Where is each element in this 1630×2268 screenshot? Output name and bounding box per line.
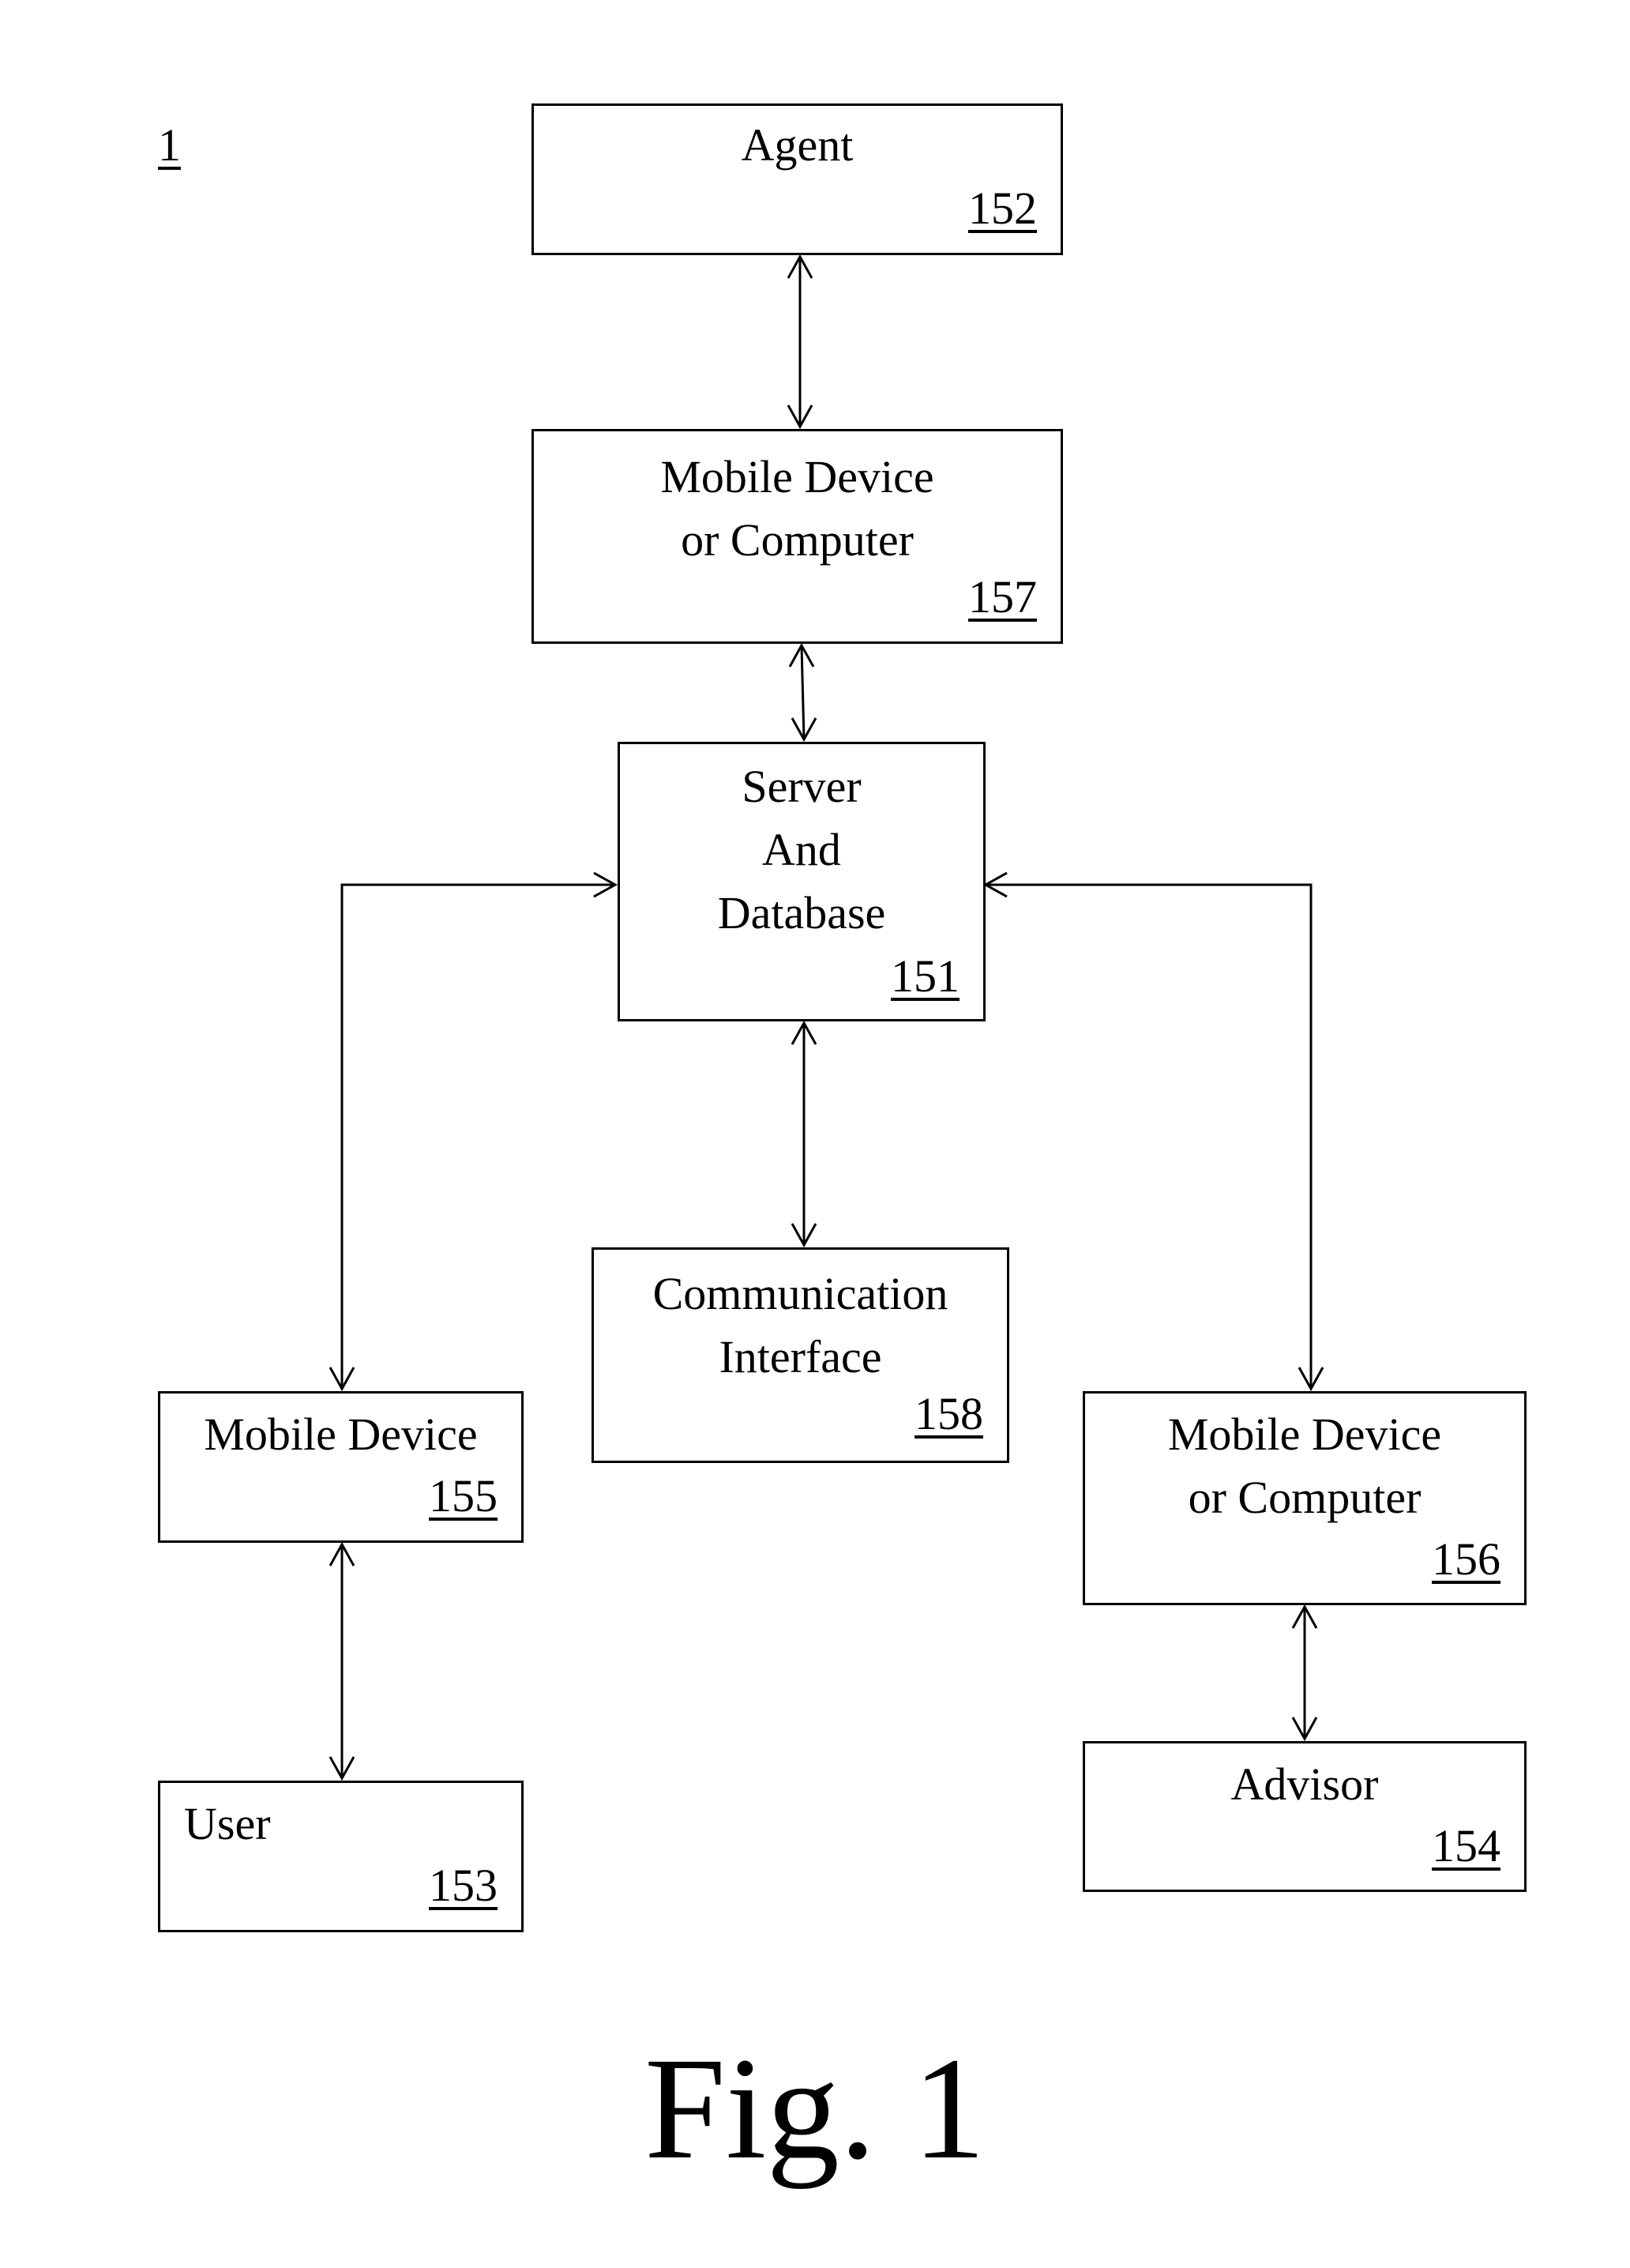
block-reference-numeral: 156 [1432,1533,1500,1585]
block-title: User [184,1798,271,1849]
arrowhead-up-icon [787,254,813,279]
arrowhead-down-icon [1298,1367,1324,1392]
arrowhead-down-icon [329,1756,355,1781]
arrowhead-left-icon [982,871,1008,898]
block-title: Agent [741,119,854,171]
block-title: Communication Interface [652,1268,948,1382]
arrowhead-up-icon [1291,1604,1318,1629]
block-user-device: Mobile Device 155 [158,1391,524,1543]
arrowhead-right-icon [593,871,618,898]
connector-advisor-device-advisor [1291,1604,1318,1742]
block-communication-interface: Communication Interface 158 [592,1247,1009,1463]
connector-agent-device-server [788,642,817,743]
block-reference-numeral: 157 [968,571,1037,622]
connector-server-communication-interface [791,1020,817,1248]
figure-caption: Fig. 1 [644,2028,986,2190]
block-user: User 153 [158,1781,524,1932]
block-reference-numeral: 154 [1432,1820,1500,1871]
block-title: Mobile Device or Computer [1167,1409,1442,1523]
block-title: Server And Database [717,761,886,938]
block-reference-numeral: 158 [915,1388,983,1439]
block-reference-numeral: 155 [429,1470,498,1521]
arrowhead-up-icon [329,1541,355,1567]
connector-server-advisor-device [982,871,1324,1392]
block-agent-device: Mobile Device or Computer 157 [531,429,1063,644]
arrowhead-down-icon [791,1223,817,1248]
block-reference-numeral: 152 [968,182,1037,234]
connector-user-device-user [329,1541,355,1781]
block-title: Mobile Device [204,1409,478,1460]
block-agent: Agent 152 [531,103,1063,255]
arrowhead-down-icon [791,717,817,743]
connector-agent-agent-device [787,254,813,430]
block-title: Mobile Device or Computer [660,451,934,566]
block-advisor: Advisor 154 [1083,1741,1527,1892]
arrowhead-down-icon [787,404,813,430]
arrowhead-down-icon [1291,1717,1318,1742]
block-reference-numeral: 153 [429,1860,498,1911]
block-reference-numeral: 151 [891,950,960,1002]
block-server: Server And Database 151 [618,742,986,1021]
arrowhead-down-icon [329,1367,355,1392]
arrowhead-up-icon [791,1020,817,1045]
block-advisor-device: Mobile Device or Computer 156 [1083,1391,1527,1605]
arrowhead-up-icon [788,642,815,668]
connector-server-user-device [329,871,618,1392]
block-title: Advisor [1230,1758,1379,1810]
figure-reference-numeral: 1 [158,119,181,171]
